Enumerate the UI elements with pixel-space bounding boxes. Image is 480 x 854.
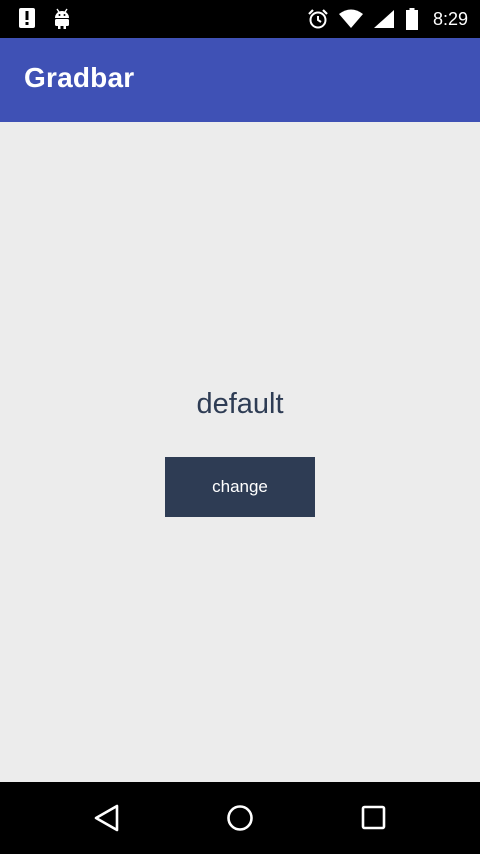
signal-icon <box>373 9 395 29</box>
status-bar: 8:29 <box>0 0 480 38</box>
back-icon[interactable] <box>91 802 123 834</box>
status-text: default <box>196 388 284 420</box>
status-right-icons: 8:29 <box>307 7 468 31</box>
status-left-icons <box>18 7 72 29</box>
android-icon <box>52 7 72 29</box>
status-time: 8:29 <box>432 8 468 29</box>
alert-icon <box>18 7 36 29</box>
wifi-icon <box>338 9 363 29</box>
change-button[interactable]: change <box>165 457 315 517</box>
battery-icon <box>405 8 419 30</box>
home-icon[interactable] <box>224 802 256 834</box>
app-title: Gradbar <box>24 62 135 93</box>
navigation-bar <box>0 782 480 854</box>
main-content: default change <box>0 122 480 782</box>
app-bar: Gradbar <box>0 38 480 122</box>
recents-icon[interactable] <box>358 802 390 834</box>
alarm-icon <box>307 8 329 30</box>
